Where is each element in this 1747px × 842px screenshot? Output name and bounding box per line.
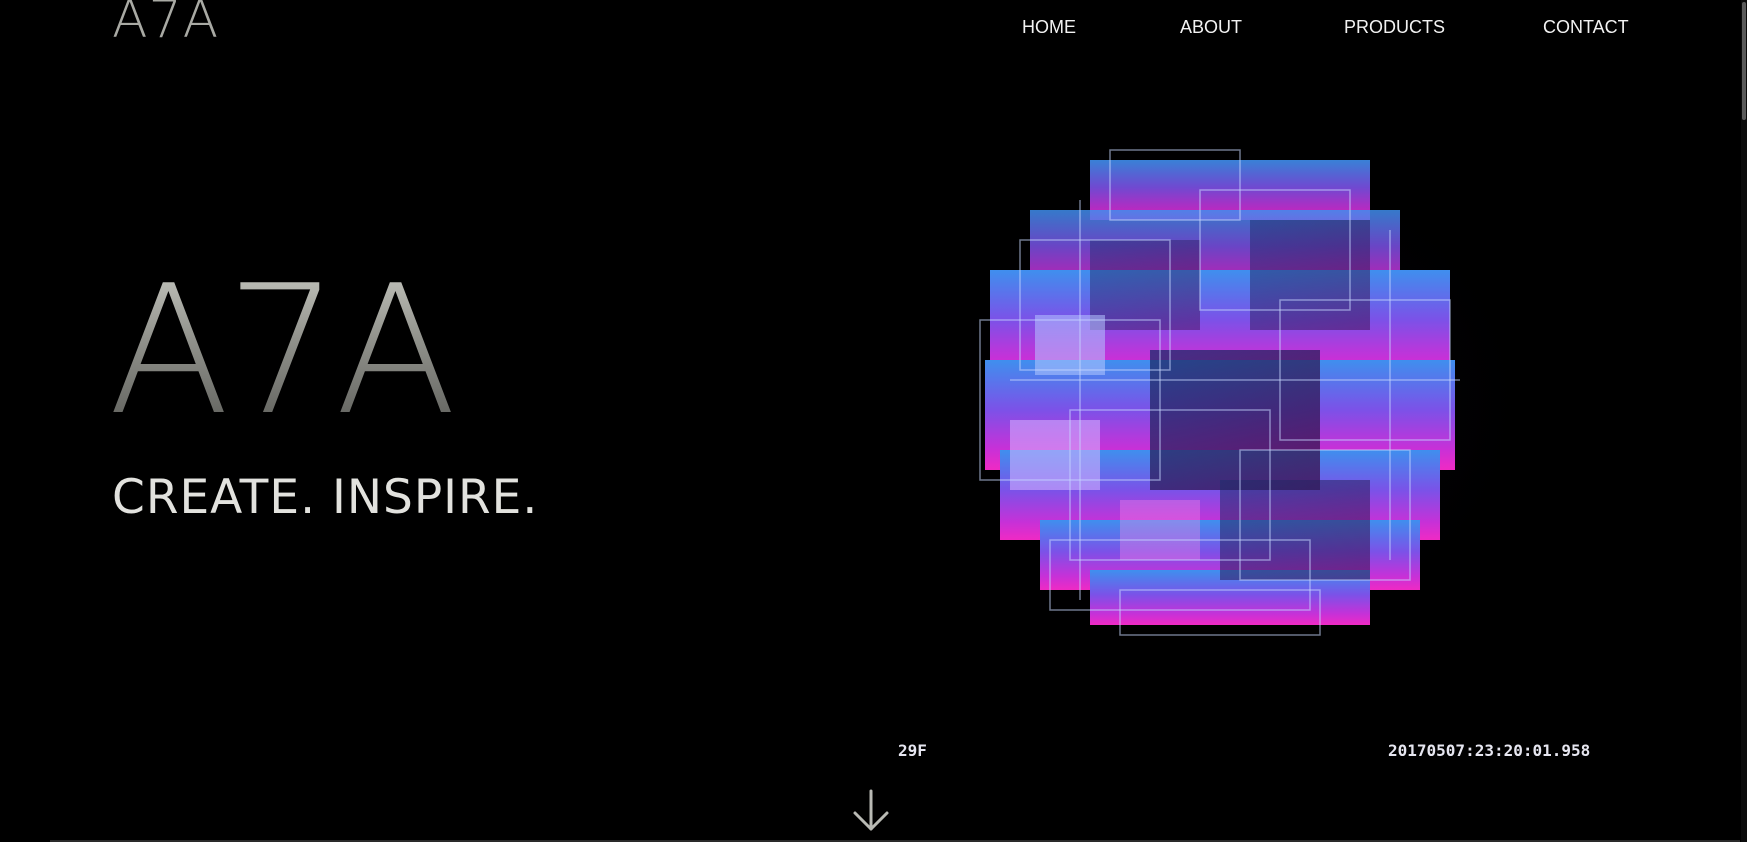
video-overlay-label: 29F [898,741,927,760]
main-nav: HOME ABOUT PRODUCTS CONTACT [0,17,1747,41]
page-scrollbar[interactable] [1741,0,1747,842]
hero-cube-video [950,140,1550,660]
scrollbar-thumb[interactable] [1742,2,1746,120]
nav-contact-link[interactable]: CONTACT [1543,17,1629,38]
nav-products-link[interactable]: PRODUCTS [1344,17,1445,38]
nav-home-link[interactable]: HOME [1022,17,1076,38]
video-timestamp: 20170507:23:20:01.958 [1388,741,1591,760]
arrow-down-icon[interactable] [851,789,891,833]
hero-tagline: CREATE. INSPIRE. [112,470,539,525]
hero-title: A7A [108,247,457,454]
nav-about-link[interactable]: ABOUT [1180,17,1242,38]
cube-sculpture [979,149,1460,636]
